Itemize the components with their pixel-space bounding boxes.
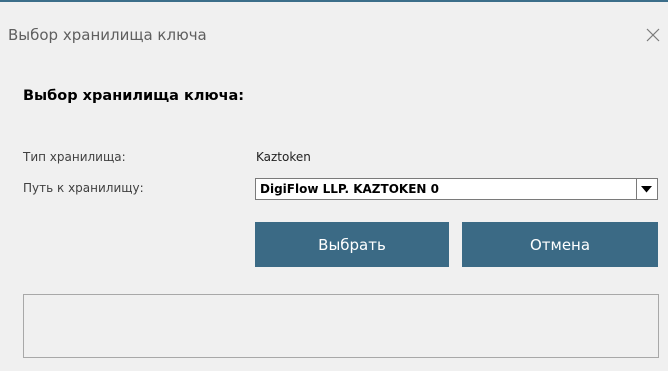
storage-type-value: Kaztoken bbox=[256, 150, 311, 164]
window-title: Выбор хранилища ключа bbox=[8, 26, 207, 44]
storage-type-label: Тип хранилища: bbox=[23, 150, 126, 164]
cancel-button[interactable]: Отмена bbox=[462, 222, 658, 267]
storage-path-selected-value: DigiFlow LLP. KAZTOKEN 0 bbox=[260, 182, 439, 196]
dropdown-button[interactable] bbox=[636, 179, 657, 199]
close-icon bbox=[646, 28, 660, 42]
storage-path-label: Путь к хранилищу: bbox=[23, 181, 144, 195]
title-bar: Выбор хранилища ключа bbox=[0, 2, 668, 68]
dialog-window: Выбор хранилища ключа Выбор хранилища кл… bbox=[0, 0, 668, 371]
status-message-box bbox=[23, 294, 659, 358]
close-button[interactable] bbox=[640, 20, 668, 52]
select-button[interactable]: Выбрать bbox=[255, 222, 449, 267]
dialog-content: Выбор хранилища ключа: Тип хранилища: Ka… bbox=[8, 68, 660, 371]
chevron-down-icon bbox=[641, 186, 652, 193]
dialog-heading: Выбор хранилища ключа: bbox=[23, 88, 245, 104]
storage-path-select[interactable]: DigiFlow LLP. KAZTOKEN 0 bbox=[255, 178, 658, 200]
